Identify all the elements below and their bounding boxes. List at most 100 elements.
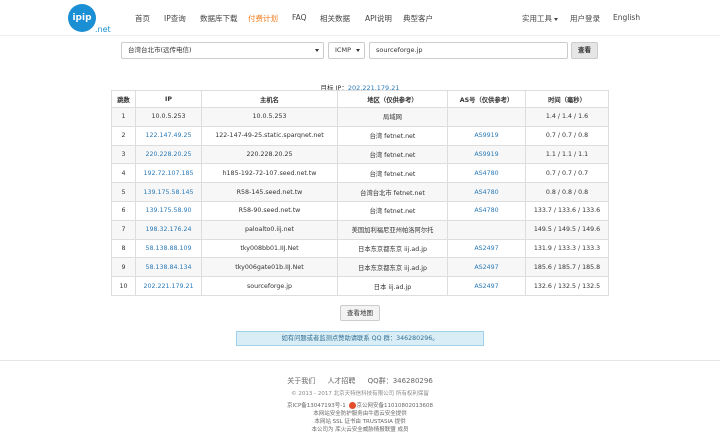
ip-cell[interactable]: 220.228.20.25 [135,144,202,165]
nav-tools-dropdown[interactable]: 实用工具 [522,13,558,24]
as-cell[interactable]: AS2497 [447,276,526,296]
hop-cell: 8 [111,238,136,259]
as-cell[interactable]: AS2497 [447,257,526,278]
region-cell: 台湾 fetnet.net [337,144,448,165]
hop-cell: 3 [111,144,136,165]
hostname-cell: 10.0.5.253 [201,107,338,127]
nav-paid-plan[interactable]: 付费计划 [248,13,278,24]
protocol-select-value: ICMP [335,46,351,54]
as-cell[interactable]: AS4780 [447,163,526,184]
top-navbar: ipip .net 首页 IP查询 数据库下载 付费计划 FAQ 相关数据 AP… [0,0,720,36]
footer-about-link[interactable]: 关于我们 [287,377,315,385]
footer-jobs-link[interactable]: 人才招聘 [327,377,355,385]
ip-cell[interactable]: 139.175.58.145 [135,182,202,202]
time-cell: 133.7 / 133.6 / 133.6 [525,200,609,221]
host-input[interactable]: sourceforge.jp [369,42,568,59]
caret-down-icon [554,17,558,21]
host-input-value: sourceforge.jp [376,46,423,54]
hop-cell: 4 [111,163,136,184]
footer-icp-line: 京ICP备13047193号-1 京公网安备11010802013608 [0,402,720,410]
footer-divider [0,360,720,361]
hop-cell: 1 [111,107,136,127]
header-ip: IP [135,90,202,108]
footer-license: 京ICP备13047193号-1 京公网安备11010802013608 本网站… [0,402,720,434]
hop-cell: 7 [111,219,136,240]
region-cell: 日本东京都东京 iij.ad.jp [337,238,448,259]
ipip-logo[interactable]: ipip [68,4,96,32]
hop-cell: 6 [111,200,136,221]
time-cell: 1.4 / 1.4 / 1.6 [525,107,609,127]
header-hop: 跳数 [111,90,136,108]
time-cell: 131.9 / 133.3 / 133.3 [525,238,609,259]
nav-related-data[interactable]: 相关数据 [320,13,350,24]
hostname-cell: R58-145.seed.net.tw [201,182,338,202]
node-select[interactable]: 台湾台北市(远传电信) [121,42,324,59]
hostname-cell: tky006gate01b.IIJ.Net [201,257,338,278]
footer-line-1: 本网站安全防护服务由牛盾云安全提供 [313,411,407,417]
nav-home[interactable]: 首页 [135,13,150,24]
hop-cell: 5 [111,182,136,202]
chevron-down-icon [315,49,319,52]
as-cell[interactable]: AS9919 [447,144,526,165]
footer-line-2: 本网站 SSL 证书由 TRUSTASIA 提供 [314,419,406,425]
traceroute-table: 跳数 IP 主机名 地区（仅供参考） AS号（仅供参考） 时间（毫秒） 1 10.… [111,90,609,296]
footer-links: 关于我们 人才招聘 QQ群：346280296 [0,376,720,386]
table-row: 10 202.221.179.21 sourceforge.jp 日本 iij.ad.… [111,276,609,296]
logo-suffix: .net [95,25,111,34]
nav-faq[interactable]: FAQ [292,13,307,22]
ip-cell[interactable]: 192.72.107.185 [135,163,202,184]
ip-cell[interactable]: 10.0.5.253 [135,107,202,127]
footer-qq-group: QQ群：346280296 [367,377,433,385]
nav-login[interactable]: 用户登录 [570,13,600,24]
view-map-button[interactable]: 查看地图 [340,305,380,321]
ip-cell[interactable]: 58.138.88.109 [135,238,202,259]
nav-database-download[interactable]: 数据库下载 [200,13,238,24]
hostname-cell: sourceforge.jp [201,276,338,296]
time-cell: 185.6 / 185.7 / 185.8 [525,257,609,278]
icp-number[interactable]: 京ICP备13047193号-1 [287,403,346,409]
hop-cell: 9 [111,257,136,278]
ip-cell[interactable]: 122.147.49.25 [135,125,202,146]
table-row: 2 122.147.49.25 122-147-49-25.static.sparq… [111,125,609,146]
time-cell: 0.8 / 0.8 / 0.8 [525,182,609,202]
footer-line-3: 本公司为 库火云安全威胁情报联盟 成员 [311,427,409,433]
as-cell[interactable]: AS4780 [447,200,526,221]
police-number[interactable]: 京公网安备11010802013608 [357,403,434,409]
query-button[interactable]: 查看 [571,42,598,59]
ip-cell[interactable]: 198.32.176.24 [135,219,202,240]
region-cell: 日本 iij.ad.jp [337,276,448,296]
region-cell: 日本东京都东京 iij.ad.jp [337,257,448,278]
header-as: AS号（仅供参考） [447,90,526,108]
time-cell: 132.6 / 132.5 / 132.5 [525,276,609,296]
as-cell[interactable]: AS4780 [447,182,526,202]
hostname-cell: R58-90.seed.net.tw [201,200,338,221]
nav-api-docs[interactable]: API说明 [365,13,392,24]
hop-cell: 2 [111,125,136,146]
ip-cell[interactable]: 202.221.179.21 [135,276,202,296]
region-cell: 台湾 fetnet.net [337,125,448,146]
footer-copyright: © 2013 - 2017 北京天特信科技有限公司 所有权利保留 [291,391,429,397]
header-time: 时间（毫秒） [525,90,609,108]
region-cell: 台湾 fetnet.net [337,200,448,221]
nav-english[interactable]: English [613,13,640,22]
chevron-down-icon [356,49,360,52]
as-cell[interactable]: AS9919 [447,125,526,146]
protocol-select[interactable]: ICMP [328,42,365,59]
ip-cell[interactable]: 139.175.58.90 [135,200,202,221]
time-cell: 0.7 / 0.7 / 0.8 [525,125,609,146]
time-cell: 1.1 / 1.1 / 1.1 [525,144,609,165]
table-row: 7 198.32.176.24 paloalto0.iij.net 美国加利福尼亚州帕… [111,219,609,240]
table-row: 4 192.72.107.185 h185-192-72-107.seed.net.… [111,163,609,184]
nav-typical-customers[interactable]: 典型客户 [403,13,433,24]
nav-ip-query[interactable]: IP查询 [164,13,186,24]
ip-cell[interactable]: 58.138.84.134 [135,257,202,278]
hostname-cell: h185-192-72-107.seed.net.tw [201,163,338,184]
as-cell[interactable]: AS2497 [447,238,526,259]
nav-tools-label: 实用工具 [522,14,552,23]
hostname-cell: 122-147-49-25.static.sparqnet.net [201,125,338,146]
table-row: 1 10.0.5.253 10.0.5.253 局域网 1.4 / 1.4 / 1.6 [111,107,609,127]
table-row: 9 58.138.84.134 tky006gate01b.IIJ.Net 日本东京都… [111,257,609,278]
hostname-cell: tky008bb01.IIJ.Net [201,238,338,259]
region-cell: 台湾台北市 fetnet.net [337,182,448,202]
region-cell: 局域网 [337,107,448,127]
